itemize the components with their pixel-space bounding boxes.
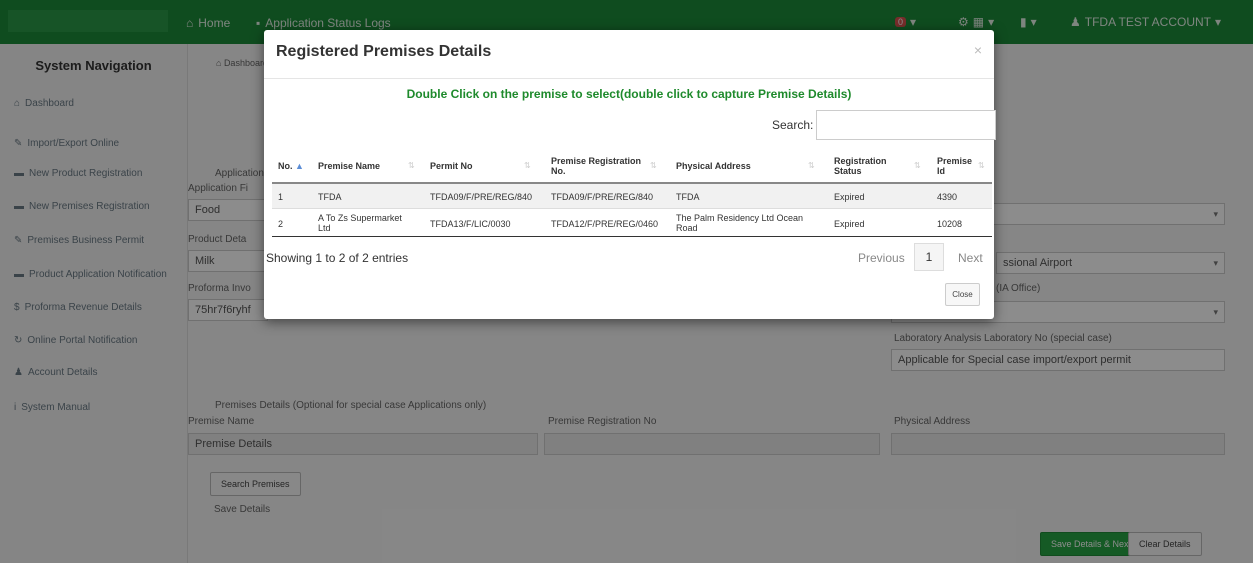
cell-text: Ltd [318, 223, 331, 233]
column-label: Id [937, 166, 945, 176]
cell-physical-address: TFDA [676, 192, 700, 202]
cell-no: 2 [278, 219, 284, 229]
column-label: No. [551, 166, 566, 176]
search-input[interactable] [816, 110, 996, 140]
column-label: No. [278, 161, 293, 171]
column-label: Status [834, 166, 862, 176]
modal-title: Registered Premises Details [276, 43, 492, 60]
cell-text: A To Zs Supermarket [318, 213, 402, 223]
table-header: No. ▲ Premise Name ⇅ Permit No ⇅ Premise… [272, 148, 992, 184]
cell-permit-no: TFDA09/F/PRE/REG/840 [430, 192, 533, 202]
sort-icon: ⇅ [978, 161, 985, 170]
modal-divider [264, 78, 994, 79]
sort-icon: ⇅ [650, 161, 657, 170]
sort-icon: ⇅ [914, 161, 921, 170]
sort-asc-icon: ▲ [295, 161, 304, 171]
column-header-registration-status[interactable]: Registration Status [834, 156, 887, 176]
cell-status: Expired [834, 192, 865, 202]
column-header-premise-name[interactable]: Premise Name [318, 161, 380, 171]
column-label: Premise Registration [551, 156, 642, 166]
modal-instruction: Double Click on the premise to select(do… [406, 87, 852, 101]
close-icon[interactable]: × [974, 42, 982, 58]
cell-permit-no: TFDA13/F/LIC/0030 [430, 219, 511, 229]
cell-premise-name: TFDA [318, 192, 342, 202]
cell-physical-address: The Palm Residency Ltd Ocean Road [676, 213, 803, 233]
cell-premise-id: 10208 [937, 219, 963, 229]
pagination-page[interactable]: 1 [914, 243, 944, 271]
cell-no: 1 [278, 192, 284, 202]
column-header-premise-id[interactable]: Premise Id [937, 156, 972, 176]
cell-text: Road [676, 223, 698, 233]
column-header-no[interactable]: No. ▲ [278, 161, 304, 171]
search-label: Search: [772, 118, 814, 132]
close-button[interactable]: Close [945, 283, 980, 306]
pagination-previous[interactable]: Previous [858, 251, 905, 265]
cell-text: The Palm Residency Ltd Ocean [676, 213, 804, 223]
column-label: Premise [937, 156, 973, 166]
column-header-permit-no[interactable]: Permit No [430, 161, 473, 171]
cell-premise-name: A To Zs Supermarket Ltd [318, 213, 402, 233]
sort-icon: ⇅ [408, 161, 415, 170]
pagination-next[interactable]: Next [958, 251, 983, 265]
table-info: Showing 1 to 2 of 2 entries [266, 251, 409, 265]
table-row[interactable]: 1 TFDA TFDA09/F/PRE/REG/840 TFDA09/F/PRE… [272, 184, 992, 209]
column-label: Registration [834, 156, 887, 166]
cell-status: Expired [834, 219, 865, 229]
column-header-premise-registration[interactable]: Premise Registration No. [551, 156, 641, 176]
premises-modal: Registered Premises Details × Double Cli… [264, 30, 996, 319]
sort-icon: ⇅ [524, 161, 531, 170]
cell-premise-id: 4390 [937, 192, 958, 202]
table-row[interactable]: 2 A To Zs Supermarket Ltd TFDA13/F/LIC/00… [272, 209, 992, 237]
cell-registration-no: TFDA09/F/PRE/REG/840 [551, 192, 654, 202]
sort-icon: ⇅ [808, 161, 815, 170]
cell-registration-no: TFDA12/F/PRE/REG/0460 [551, 219, 659, 229]
column-header-physical-address[interactable]: Physical Address [676, 161, 751, 171]
